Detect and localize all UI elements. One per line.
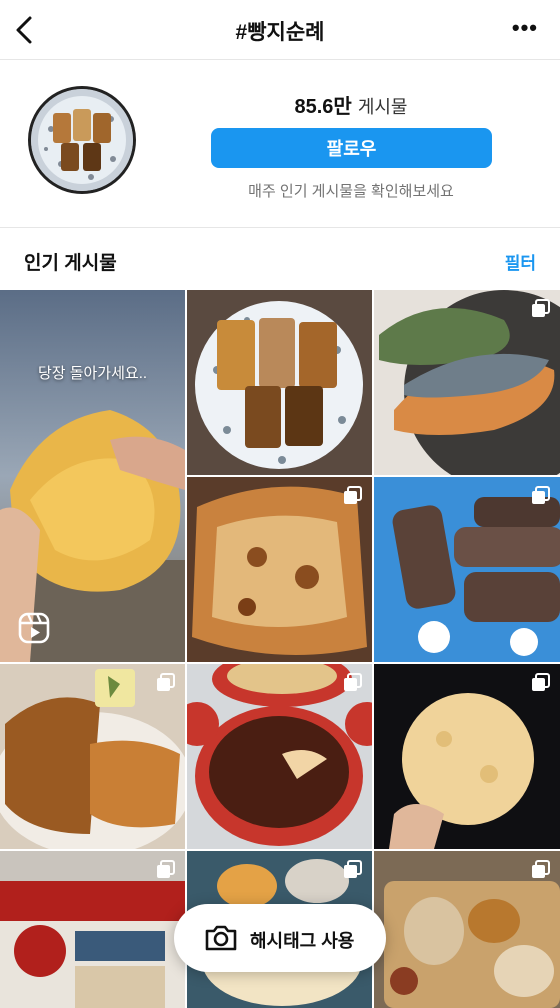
post-overlay-text: 당장 돌아가세요.. [37,365,148,382]
top-bar: #빵지순례 ••• [0,0,560,60]
carousel-icon [532,673,550,691]
top-posts-grid: 당장 돌아가세요.. [0,290,560,1008]
post-tile[interactable] [374,290,560,475]
post-tile[interactable] [187,290,372,475]
follow-button[interactable]: 팔로우 [211,128,492,168]
hashtag-profile: 85.6만 게시물 팔로우 매주 인기 게시물을 확인해보세요 [0,60,560,228]
post-tile[interactable] [0,851,185,1008]
post-image [0,290,185,662]
carousel-icon [344,860,362,878]
post-tile[interactable] [187,664,372,849]
use-hashtag-label: 해시태그 사용 [250,931,355,951]
top-posts-header: 인기 게시물 필터 [0,228,560,290]
post-count-label: 게시물 [357,97,408,117]
filter-button[interactable]: 필터 [505,249,536,274]
carousel-icon [532,486,550,504]
post-tile[interactable] [374,851,560,1008]
carousel-icon [157,860,175,878]
carousel-icon [157,673,175,691]
post-tile[interactable] [187,477,372,662]
avatar-image [31,89,133,191]
carousel-icon [344,486,362,504]
post-tile-reel[interactable]: 당장 돌아가세요.. [0,290,185,662]
page-title: #빵지순례 [235,21,325,44]
post-tile[interactable] [0,664,185,849]
weekly-top-posts-text: 매주 인기 게시물을 확인해보세요 [248,183,454,200]
more-options-icon[interactable]: ••• [512,15,538,41]
carousel-icon [532,860,550,878]
carousel-icon [344,673,362,691]
post-count-value: 85.6만 [294,96,352,118]
post-image [187,290,372,475]
camera-icon [205,925,237,951]
post-tile[interactable] [374,664,560,849]
post-tile[interactable] [374,477,560,662]
reels-icon [18,612,50,644]
carousel-icon [532,299,550,317]
section-title: 인기 게시물 [24,253,117,274]
post-count: 85.6만 게시물 [210,90,492,119]
use-hashtag-button[interactable]: 해시태그 사용 [174,904,386,972]
hashtag-avatar [28,86,136,194]
